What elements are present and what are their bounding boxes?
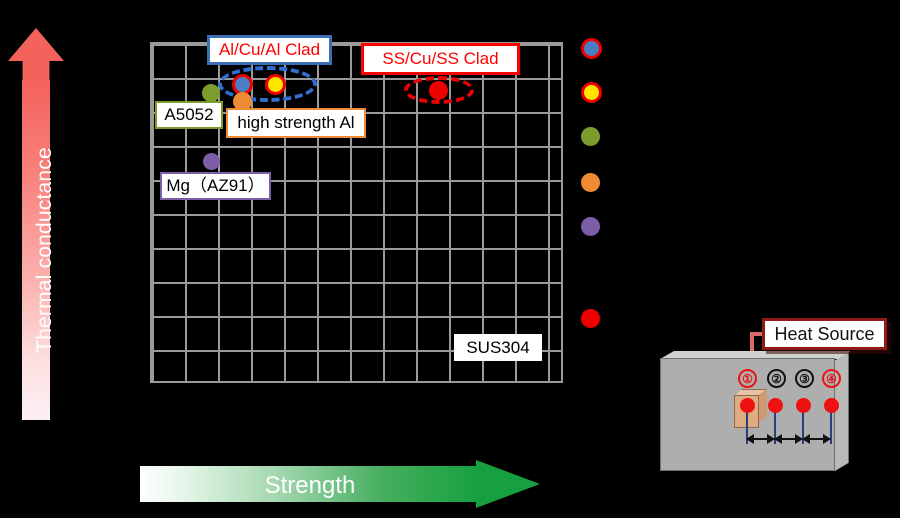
legend-dot-green[interactable] [581,127,600,146]
callout-mg-az91[interactable]: Mg（AZ91） [160,172,271,200]
sensor-label-4: ④ [822,369,841,388]
sensor-dot-3[interactable] [796,398,811,413]
callout-a5052[interactable]: A5052 [155,101,223,129]
heat-source-label[interactable]: Heat Source [762,318,887,350]
sensor-label-2: ② [767,369,786,388]
callout-ss-cu-ss-clad[interactable]: SS/Cu/SS Clad [361,43,520,75]
sensor-dot-4[interactable] [824,398,839,413]
callout-high-strength-al[interactable]: high strength Al [226,108,366,138]
x-axis-label: Strength [264,472,356,499]
legend-dot-blue[interactable] [581,38,602,59]
legend-dot-red[interactable] [581,309,600,328]
legend-dot-orange[interactable] [581,173,600,192]
data-point-al-cu-al-yellow[interactable] [265,74,286,95]
sensor-label-3: ③ [795,369,814,388]
thermal-conductance-axis-arrow: Thermal conductance [8,28,64,420]
legend-dot-column [581,26,607,328]
dim-arrow-2-left [774,434,782,444]
grid-right-edge [561,42,563,383]
callout-al-cu-al-clad[interactable]: Al/Cu/Al Clad [207,35,332,65]
sensor-dot-1[interactable] [740,398,755,413]
legend-dot-yellow[interactable] [581,82,602,103]
grid-bottom-edge [150,381,563,383]
dim-arrow-1-left [746,434,754,444]
heat-source-diagram: ① ② ③ ④ Heat Source [650,318,895,493]
dim-arrow-3-right [823,434,831,444]
data-point-mg-az91[interactable] [203,153,220,170]
strength-axis-arrow: Strength [140,460,540,508]
y-axis-label: Thermal conductance [33,147,56,353]
dim-arrow-3-left [802,434,810,444]
data-point-ss-cu-ss[interactable] [429,81,448,100]
data-point-a5052[interactable] [202,84,220,102]
x-axis-arrowhead [476,460,540,508]
sensor-dot-2[interactable] [768,398,783,413]
legend-dot-purple[interactable] [581,217,600,236]
sensor-label-1: ① [738,369,757,388]
y-axis-arrowhead [8,28,64,88]
callout-sus304[interactable]: SUS304 [454,334,542,361]
